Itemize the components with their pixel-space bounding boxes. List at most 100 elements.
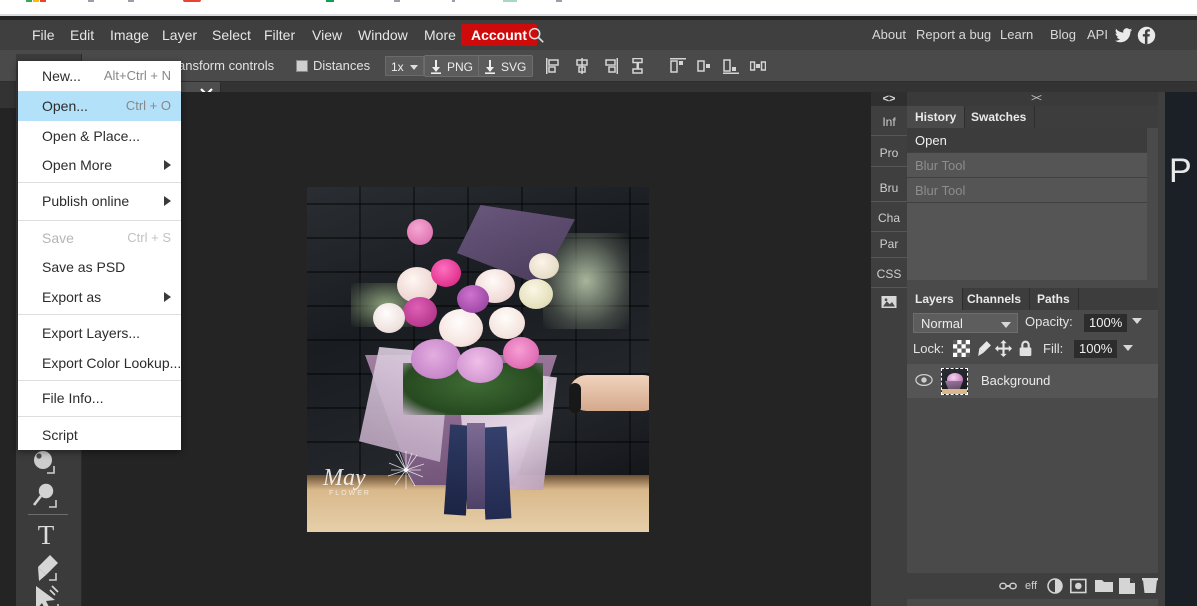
zoom-level-select[interactable]: 1x xyxy=(385,56,425,76)
menu-item-save-as-psd[interactable]: Save as PSD xyxy=(18,252,181,282)
bookmark-icon[interactable] xyxy=(503,0,517,2)
link-report-a-bug[interactable]: Report a bug xyxy=(916,20,991,50)
facebook-icon[interactable] xyxy=(1137,26,1156,45)
menu-item-script[interactable]: Script xyxy=(18,420,181,450)
path-select-tool-icon[interactable] xyxy=(28,582,64,606)
layers-panel-footer: eff xyxy=(907,573,1165,599)
canvas-workspace[interactable]: May FLOWER xyxy=(82,92,871,606)
blur-tool-icon[interactable] xyxy=(28,448,64,484)
menu-account[interactable]: Account xyxy=(461,24,537,46)
tab-swatches[interactable]: Swatches xyxy=(963,106,1036,128)
twitter-icon[interactable] xyxy=(1114,26,1133,45)
align-center-h-icon[interactable] xyxy=(574,58,590,74)
tab-layers[interactable]: Layers xyxy=(907,288,963,310)
text-tool-icon[interactable]: T xyxy=(28,518,64,554)
export-svg-button[interactable]: SVG xyxy=(478,55,534,77)
bookmark-icon[interactable] xyxy=(452,0,455,2)
fill-value[interactable]: 100% xyxy=(1074,340,1118,358)
menu-more[interactable]: More xyxy=(414,20,466,50)
sidetab-info[interactable]: Inf xyxy=(871,108,907,136)
bookmark-icon[interactable] xyxy=(556,0,562,2)
tab-paths[interactable]: Paths xyxy=(1029,288,1079,310)
bookmark-icon[interactable] xyxy=(326,0,334,2)
collapse-dock-toggle[interactable]: <> xyxy=(871,92,907,106)
zoom-tool-icon[interactable] xyxy=(28,480,64,516)
menu-select[interactable]: Select xyxy=(202,20,261,50)
opacity-value[interactable]: 100% xyxy=(1084,314,1128,332)
delete-layer-icon[interactable] xyxy=(1142,578,1158,594)
layer-row[interactable]: Background xyxy=(907,364,1159,398)
bookmark-icon[interactable] xyxy=(33,0,39,2)
layer-name: Background xyxy=(981,373,1051,388)
align-left-icon[interactable] xyxy=(546,58,562,74)
menu-item-export-as[interactable]: Export as xyxy=(18,282,181,312)
bookmark-icon[interactable] xyxy=(128,0,134,2)
eye-icon[interactable] xyxy=(915,373,933,387)
history-entry[interactable]: Blur Tool xyxy=(907,153,1147,178)
export-png-button[interactable]: PNG xyxy=(424,55,481,77)
menu-item-open-and-place[interactable]: Open & Place... xyxy=(18,121,181,151)
menu-bar: File Edit Image Layer Select Filter View… xyxy=(0,20,1197,50)
bookmark-icon[interactable] xyxy=(88,0,94,2)
fill-dropdown-icon[interactable] xyxy=(1123,345,1133,351)
lock-move-icon[interactable] xyxy=(995,340,1012,357)
link-layers-icon[interactable] xyxy=(999,578,1017,594)
menu-file[interactable]: File xyxy=(22,20,65,50)
bookmark-icon[interactable] xyxy=(26,0,32,2)
search-icon[interactable] xyxy=(527,26,545,44)
adjustment-layer-icon[interactable] xyxy=(1047,578,1063,594)
menu-item-file-info[interactable]: File Info... xyxy=(18,383,181,413)
sidetab-properties[interactable]: Pro xyxy=(871,139,907,167)
menu-item-new[interactable]: New... Alt+Ctrl + N xyxy=(18,61,181,91)
align-right-icon[interactable] xyxy=(602,58,618,74)
link-api[interactable]: API xyxy=(1087,20,1108,50)
new-group-icon[interactable] xyxy=(1095,578,1113,594)
lock-transparency-icon[interactable] xyxy=(953,340,970,357)
layer-mask-icon[interactable] xyxy=(1070,578,1087,594)
align-bottom-icon[interactable] xyxy=(723,58,739,74)
sidetab-paragraph[interactable]: Par xyxy=(871,230,907,258)
blend-mode-select[interactable]: Normal xyxy=(913,313,1018,333)
link-learn[interactable]: Learn xyxy=(1000,20,1033,50)
lock-all-icon[interactable] xyxy=(1017,340,1034,357)
menu-window[interactable]: Window xyxy=(348,20,418,50)
align-middle-v-icon[interactable] xyxy=(697,58,713,74)
link-about[interactable]: About xyxy=(872,20,906,50)
menu-item-open-more[interactable]: Open More xyxy=(18,150,181,180)
bookmark-icon[interactable] xyxy=(40,0,46,2)
opacity-dropdown-icon[interactable] xyxy=(1132,318,1142,324)
dock-resize-handle[interactable] xyxy=(1158,92,1165,606)
history-entry[interactable]: Blur Tool xyxy=(907,178,1147,203)
sidetab-brushes[interactable]: Bru xyxy=(871,174,907,202)
menu-layer[interactable]: Layer xyxy=(152,20,207,50)
layer-thumbnail[interactable] xyxy=(941,368,968,395)
menu-item-export-color-lookup[interactable]: Export Color Lookup... xyxy=(18,348,181,378)
menu-item-publish-online[interactable]: Publish online xyxy=(18,186,181,216)
file-menu-dropdown[interactable]: New... Alt+Ctrl + N Open... Ctrl + O Ope… xyxy=(18,61,181,450)
align-top-icon[interactable] xyxy=(670,58,686,74)
image-icon[interactable] xyxy=(871,288,907,316)
tab-channels[interactable]: Channels xyxy=(959,288,1031,310)
distribute-h-icon[interactable] xyxy=(750,58,766,74)
bookmark-icon[interactable] xyxy=(394,0,400,2)
menu-filter[interactable]: Filter xyxy=(254,20,305,50)
layer-effects-icon[interactable]: eff xyxy=(1025,578,1037,594)
lock-paint-icon[interactable] xyxy=(975,340,992,357)
sidetab-character[interactable]: Cha xyxy=(871,204,907,232)
menu-edit[interactable]: Edit xyxy=(60,20,104,50)
history-panel-grip[interactable]: >< xyxy=(907,92,1165,106)
menu-image[interactable]: Image xyxy=(100,20,159,50)
link-blog[interactable]: Blog xyxy=(1050,20,1076,50)
photo-flower-pink xyxy=(503,337,539,369)
distances-checkbox[interactable] xyxy=(296,60,308,72)
bookmark-icon[interactable] xyxy=(183,0,201,2)
tab-history[interactable]: History xyxy=(907,106,966,128)
distribute-v-icon[interactable] xyxy=(630,58,646,74)
canvas-image[interactable]: May FLOWER xyxy=(307,187,649,532)
sidetab-css[interactable]: CSS xyxy=(871,260,907,288)
menu-view[interactable]: View xyxy=(302,20,352,50)
history-entry[interactable]: Open xyxy=(907,128,1147,153)
menu-item-export-layers[interactable]: Export Layers... xyxy=(18,318,181,348)
menu-item-open[interactable]: Open... Ctrl + O xyxy=(18,91,181,121)
new-layer-icon[interactable] xyxy=(1119,578,1135,594)
